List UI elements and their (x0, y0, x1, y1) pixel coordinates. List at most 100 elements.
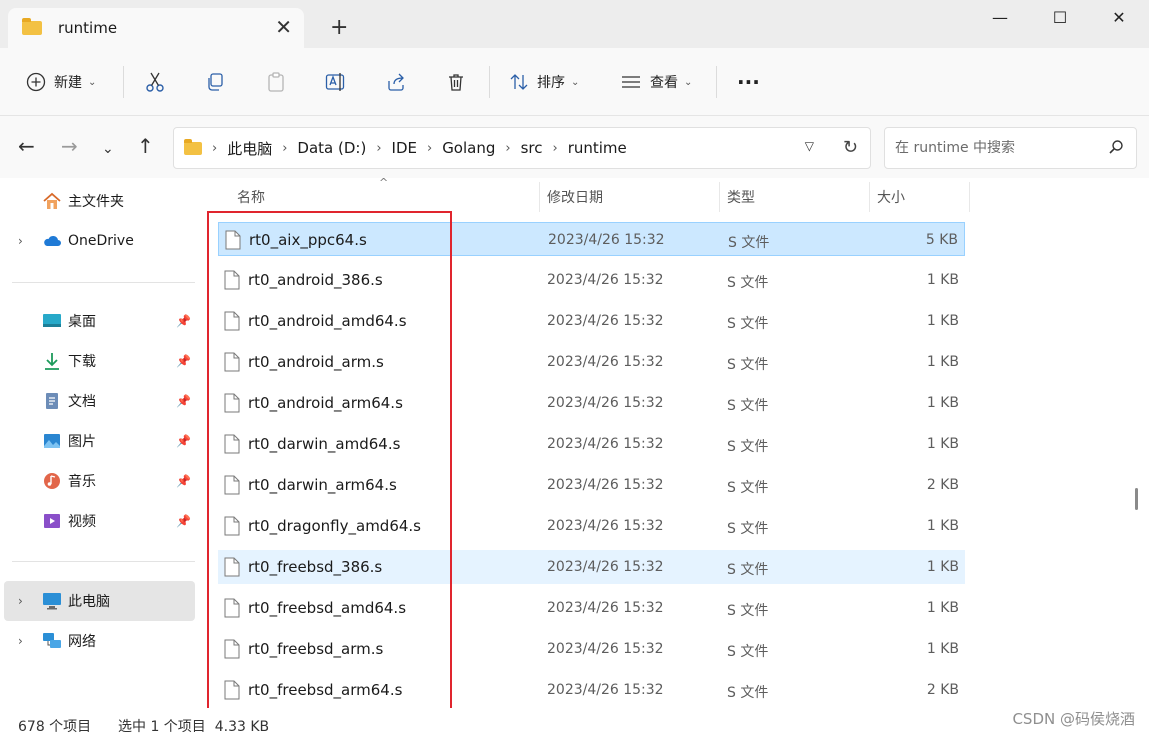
up-arrow-icon[interactable]: ↑ (137, 134, 154, 158)
close-button[interactable]: ✕ (1089, 0, 1149, 34)
column-divider[interactable] (539, 182, 540, 212)
chevron-right-icon[interactable]: › (376, 141, 381, 156)
pin-icon[interactable]: 📌 (176, 314, 191, 328)
chevron-right-icon[interactable]: › (18, 634, 23, 648)
file-name: rt0_freebsd_amd64.s (248, 599, 407, 617)
file-row[interactable]: rt0_aix_ppc64.s 2023/4/26 15:32 S 文件 5 KB (218, 222, 965, 256)
sidebar-item-desktop[interactable]: 桌面 📌 (4, 301, 195, 341)
clipboard-icon (268, 72, 284, 92)
cut-button[interactable] (145, 48, 165, 116)
trash-icon (449, 74, 463, 91)
scrollbar-thumb[interactable] (1135, 488, 1138, 510)
sidebar-item-this-pc[interactable]: › 此电脑 (4, 581, 195, 621)
sidebar-item-home[interactable]: 主文件夹 (4, 181, 195, 221)
address-bar[interactable]: › 此电脑 › Data (D:) › IDE › Golang › src ›… (173, 127, 871, 169)
breadcrumb-data-drive[interactable]: Data (D:) (297, 139, 366, 157)
forward-arrow-icon[interactable]: → (61, 134, 78, 158)
file-size: 1 KB (926, 313, 959, 329)
view-button[interactable]: 查看 ⌄ (620, 48, 692, 116)
sidebar-item-documents[interactable]: 文档 📌 (4, 381, 195, 421)
sidebar-item-pictures[interactable]: 图片 📌 (4, 421, 195, 461)
recent-locations-chevron-icon[interactable]: ⌄ (102, 137, 114, 161)
file-row[interactable]: rt0_android_386.s 2023/4/26 15:32 S 文件 1 KB (218, 263, 965, 297)
breadcrumb-ide[interactable]: IDE (392, 139, 417, 157)
search-input[interactable] (895, 140, 1095, 156)
new-tab-button[interactable]: + (330, 16, 348, 40)
file-type: S 文件 (727, 644, 769, 660)
status-bar: 678 个项目 选中 1 个项目 4.33 KB (0, 708, 1149, 736)
breadcrumb-src[interactable]: src (521, 139, 543, 157)
tab-runtime[interactable]: runtime ✕ (8, 8, 304, 48)
sidebar-item-downloads[interactable]: 下载 📌 (4, 341, 195, 381)
cloud-icon (44, 235, 61, 246)
file-type: S 文件 (727, 480, 769, 496)
chevron-right-icon[interactable]: › (282, 141, 287, 156)
rename-button[interactable] (325, 48, 347, 116)
pin-icon[interactable]: 📌 (176, 474, 191, 488)
sidebar-item-network[interactable]: › 网络 (4, 621, 195, 661)
title-bar: runtime ✕ + — ☐ ✕ (0, 0, 1149, 48)
column-divider[interactable] (719, 182, 720, 212)
sort-icon (510, 74, 528, 90)
column-header-date[interactable]: 修改日期 (547, 182, 603, 212)
minimize-button[interactable]: — (970, 0, 1030, 34)
file-row[interactable]: rt0_android_amd64.s 2023/4/26 15:32 S 文件 1 … (218, 304, 965, 338)
desktop-icon (43, 314, 61, 327)
chevron-right-icon[interactable]: › (553, 141, 558, 156)
column-header-type[interactable]: 类型 (727, 182, 755, 212)
file-icon (224, 475, 240, 495)
chevron-right-icon[interactable]: › (212, 141, 217, 156)
column-header-size[interactable]: 大小 (877, 182, 905, 212)
sidebar-item-onedrive[interactable]: › OneDrive (4, 221, 195, 261)
search-icon[interactable] (1108, 139, 1124, 155)
breadcrumb-this-pc[interactable]: 此电脑 (227, 138, 272, 159)
paste-button[interactable] (266, 48, 286, 116)
maximize-button[interactable]: ☐ (1030, 0, 1090, 34)
file-row[interactable]: rt0_dragonfly_amd64.s 2023/4/26 15:32 S 文件… (218, 509, 965, 543)
address-history-chevron-icon[interactable]: ▽ (805, 139, 814, 153)
breadcrumb-golang[interactable]: Golang (442, 139, 495, 157)
file-row[interactable]: rt0_darwin_amd64.s 2023/4/26 15:32 S 文件 1 K… (218, 427, 965, 461)
pin-icon[interactable]: 📌 (176, 514, 191, 528)
file-row[interactable]: rt0_freebsd_386.s 2023/4/26 15:32 S 文件 1 KB (218, 550, 965, 584)
sidebar-item-music[interactable]: 音乐 📌 (4, 461, 195, 501)
pin-icon[interactable]: 📌 (176, 394, 191, 408)
navigation-bar: ← → ⌄ ↑ › 此电脑 › Data (D:) › IDE › Golang… (0, 116, 1149, 178)
column-divider[interactable] (869, 182, 870, 212)
file-date: 2023/4/26 15:32 (547, 313, 664, 329)
more-options-button[interactable]: ··· (737, 48, 760, 116)
file-size: 1 KB (926, 395, 959, 411)
refresh-icon[interactable]: ↻ (843, 137, 858, 158)
file-row[interactable]: rt0_android_arm64.s 2023/4/26 15:32 S 文件 1 … (218, 386, 965, 420)
column-header-name[interactable]: 名称 (237, 182, 265, 212)
delete-button[interactable] (446, 48, 466, 116)
column-divider[interactable] (969, 182, 970, 212)
share-button[interactable] (386, 48, 406, 116)
tab-close-icon[interactable]: ✕ (275, 17, 292, 37)
copy-button[interactable] (205, 48, 225, 116)
file-size: 1 KB (926, 518, 959, 534)
view-list-icon (622, 76, 640, 88)
chevron-right-icon[interactable]: › (18, 594, 23, 608)
sort-button[interactable]: 排序 ⌄ (509, 48, 579, 116)
chevron-right-icon[interactable]: › (18, 234, 23, 248)
file-row[interactable]: rt0_darwin_arm64.s 2023/4/26 15:32 S 文件 2 K… (218, 468, 965, 502)
vertical-scrollbar[interactable] (1129, 182, 1143, 708)
chevron-right-icon[interactable]: › (505, 141, 510, 156)
breadcrumb-runtime[interactable]: runtime (568, 139, 627, 157)
back-arrow-icon[interactable]: ← (18, 134, 35, 158)
file-row[interactable]: rt0_android_arm.s 2023/4/26 15:32 S 文件 1 KB (218, 345, 965, 379)
sidebar-item-videos[interactable]: 视频 📌 (4, 501, 195, 541)
file-row[interactable]: rt0_freebsd_arm64.s 2023/4/26 15:32 S 文件 2 … (218, 673, 965, 707)
file-date: 2023/4/26 15:32 (547, 436, 664, 452)
file-date: 2023/4/26 15:32 (547, 395, 664, 411)
search-box[interactable] (884, 127, 1137, 169)
new-button[interactable]: 新建 ⌄ (26, 48, 96, 116)
file-icon (224, 352, 240, 372)
pin-icon[interactable]: 📌 (176, 354, 191, 368)
chevron-down-icon: ⌄ (684, 76, 693, 88)
chevron-right-icon[interactable]: › (427, 141, 432, 156)
file-row[interactable]: rt0_freebsd_amd64.s 2023/4/26 15:32 S 文件 1 … (218, 591, 965, 625)
file-row[interactable]: rt0_freebsd_arm.s 2023/4/26 15:32 S 文件 1 KB (218, 632, 965, 666)
pin-icon[interactable]: 📌 (176, 434, 191, 448)
